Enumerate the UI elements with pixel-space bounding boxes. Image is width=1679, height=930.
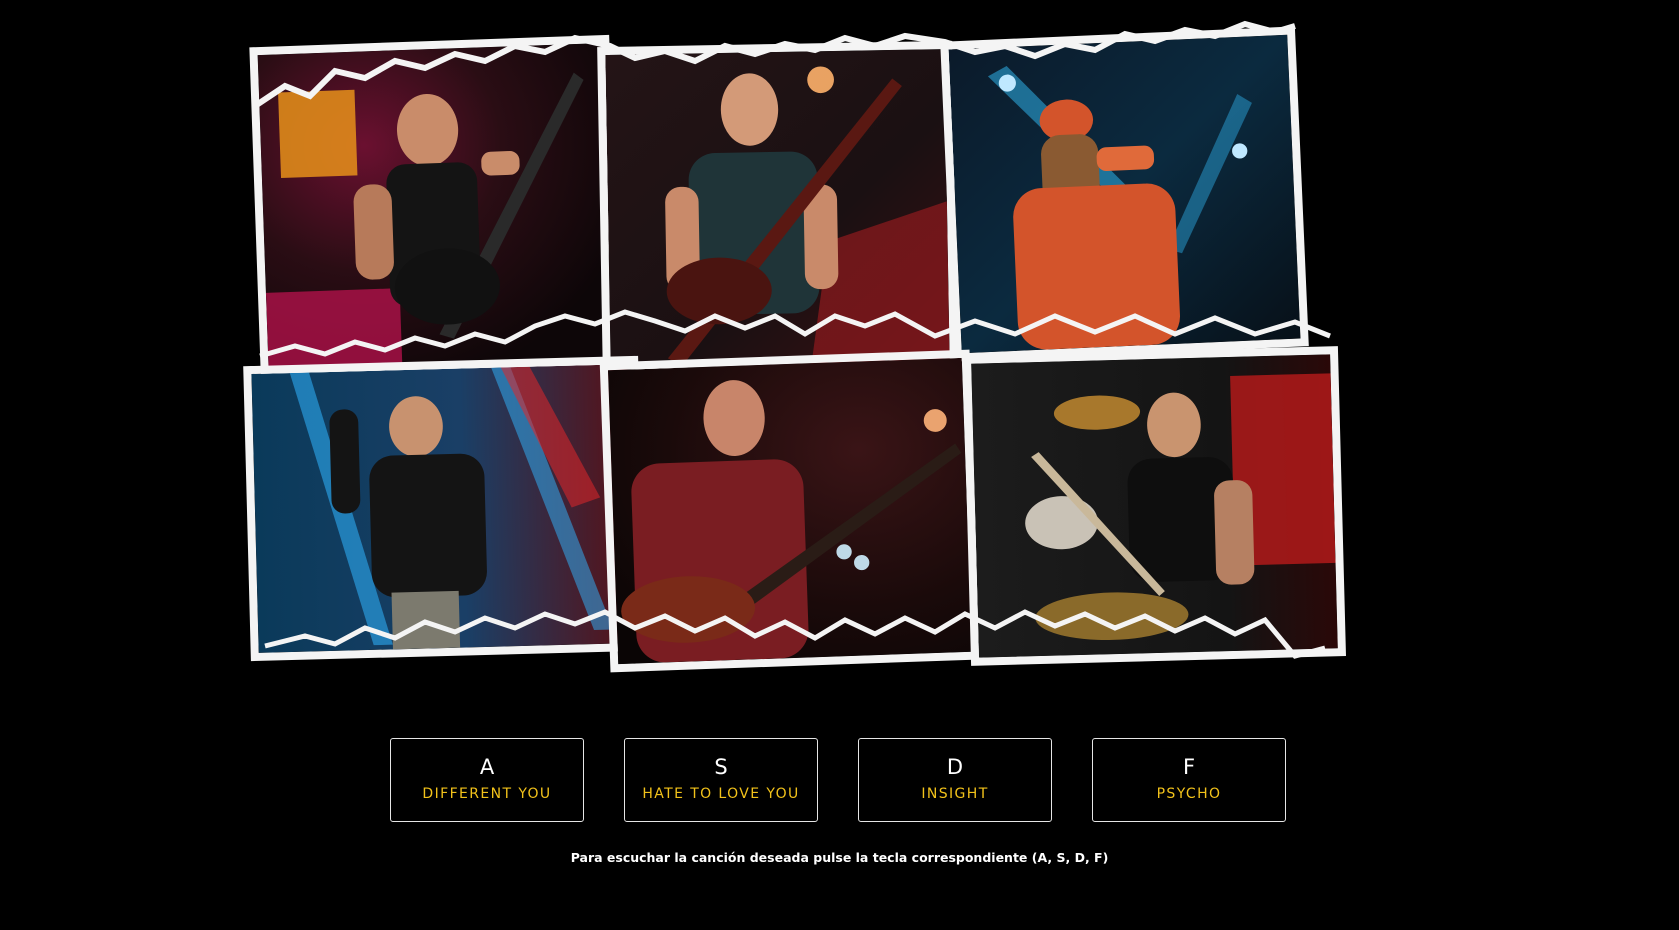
key-button-s[interactable]: S HATE TO LOVE YOU — [624, 738, 818, 822]
photo-drummer — [963, 346, 1346, 666]
key-letter: D — [946, 755, 964, 779]
key-button-d[interactable]: D INSIGHT — [858, 738, 1052, 822]
key-letter: A — [479, 755, 495, 779]
key-letter: F — [1182, 755, 1196, 779]
photo-guitarist-shouting — [249, 34, 621, 378]
photo-guitarist-red-shirt — [599, 349, 981, 673]
key-button-a[interactable]: A DIFFERENT YOU — [390, 738, 584, 822]
song-title: HATE TO LOVE YOU — [642, 786, 800, 802]
song-title: INSIGHT — [921, 786, 989, 802]
photo-bassist — [597, 40, 958, 378]
photo-collage — [243, 16, 1425, 706]
song-title: PSYCHO — [1156, 786, 1222, 802]
song-title: DIFFERENT YOU — [422, 786, 552, 802]
song-key-buttons: A DIFFERENT YOU S HATE TO LOVE YOU D INS… — [390, 738, 1290, 824]
instruction-text: Para escuchar la canción deseada pulse l… — [570, 850, 1109, 865]
key-letter: S — [714, 755, 728, 779]
photo-singer-blue-lights — [243, 355, 646, 662]
key-button-f[interactable]: F PSYCHO — [1092, 738, 1286, 822]
photo-singer-long-hair — [940, 26, 1309, 362]
